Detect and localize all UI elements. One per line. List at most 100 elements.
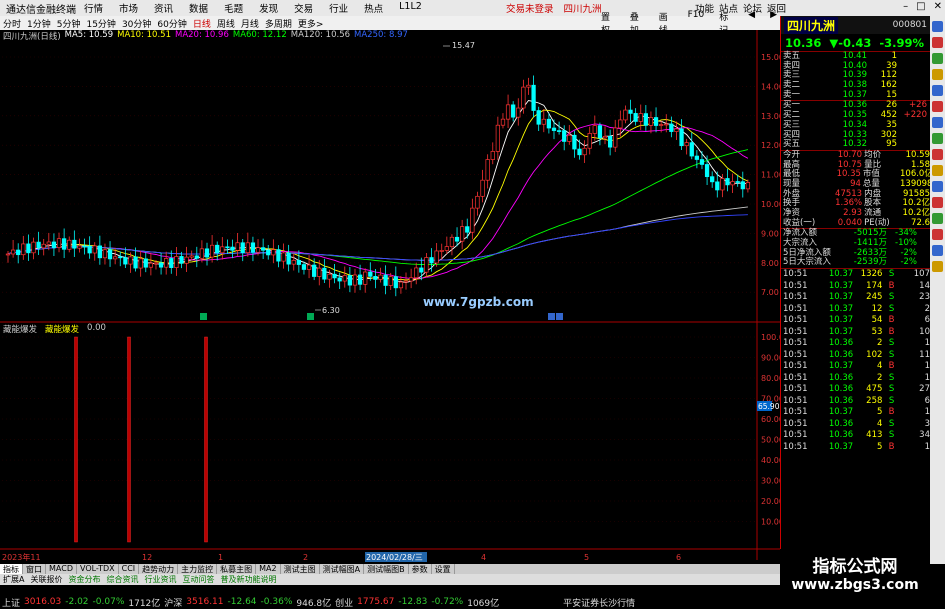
candle-body	[378, 274, 383, 280]
info-tab[interactable]: 关联报价	[27, 574, 65, 585]
tool-icon[interactable]	[932, 117, 943, 128]
indicator-tab[interactable]: 参数	[409, 564, 432, 574]
period-tab[interactable]: 15分钟	[83, 17, 118, 30]
indicator-tab[interactable]: 指标	[0, 564, 23, 574]
indicator-tab[interactable]: 测试主图	[281, 564, 320, 574]
close-icon[interactable]: ✕	[934, 1, 942, 12]
tick-row-cell: 102	[866, 349, 883, 360]
tool-icon[interactable]	[932, 245, 943, 256]
tool-icon[interactable]	[932, 85, 943, 96]
event-marker-icon	[548, 313, 555, 320]
buy-level: 买五 10.32 95	[781, 139, 930, 150]
menu-item[interactable]: 数据	[181, 1, 216, 15]
tick-row-cell: 10:51	[783, 418, 808, 429]
candle-body	[56, 238, 62, 248]
period-tab[interactable]: 1分钟	[24, 17, 54, 30]
indicator-tab[interactable]: 设置	[432, 564, 455, 574]
tool-icon[interactable]	[932, 165, 943, 176]
tick-row-cell: 258	[866, 395, 883, 406]
candle-body	[148, 262, 154, 268]
candle-body	[730, 181, 735, 186]
info-tab[interactable]: 互动问答	[179, 574, 217, 585]
candle-body	[61, 238, 67, 250]
period-tab[interactable]: 30分钟	[119, 17, 154, 30]
menu-item[interactable]: 资讯	[146, 1, 181, 15]
period-tab[interactable]: 60分钟	[154, 17, 189, 30]
minimize-icon[interactable]: –	[903, 1, 908, 12]
period-tab[interactable]: 多周期	[262, 17, 295, 30]
menu-item[interactable]: 毛题	[216, 1, 251, 15]
indicator-tab[interactable]: CCI	[119, 564, 140, 574]
candle-body	[602, 135, 608, 139]
info-tab[interactable]: 行业资讯	[141, 574, 179, 585]
candle-body	[235, 242, 240, 251]
indicator-spike	[127, 336, 131, 543]
next-icon[interactable]: ▶	[767, 10, 780, 36]
menu-item[interactable]: 热点	[356, 1, 391, 15]
quote-stats: 今开 10.70 均价 10.59 最高 10.75 量比 1.58 最低 10.35 市值 106.…	[781, 150, 933, 230]
date-label: 5	[584, 553, 589, 562]
menu-item[interactable]: 发现	[251, 1, 286, 15]
price-change: ▼-0.43	[829, 35, 872, 50]
tool-icon[interactable]	[932, 133, 943, 144]
period-tab[interactable]: 5分钟	[54, 17, 84, 30]
indicator-tab[interactable]: MA2	[256, 564, 281, 574]
menu-item[interactable]: 行情	[76, 1, 111, 15]
tool-icon[interactable]	[932, 149, 943, 160]
candle-body	[286, 252, 291, 265]
candle-body	[97, 245, 102, 259]
tool-icon[interactable]	[932, 261, 943, 272]
maximize-icon[interactable]: □	[916, 1, 925, 12]
period-tab[interactable]: 周线	[214, 17, 238, 30]
main-menu: 行情 市场 资讯 数据 毛题 发现 交易 行业 热点 L1L2	[76, 1, 430, 15]
tick-row-cell: 34	[919, 430, 930, 441]
indicator-name[interactable]: 藏能爆发	[3, 323, 37, 335]
indicator-spike	[204, 336, 208, 543]
menu-item[interactable]: 交易	[286, 1, 321, 15]
info-tab[interactable]: 资金分布	[65, 574, 103, 585]
indicator-tab[interactable]: 窗口	[23, 564, 46, 574]
period-tab[interactable]: 分时	[0, 17, 24, 30]
candle-body	[684, 142, 689, 147]
info-tab[interactable]: 扩展A	[0, 574, 27, 585]
candle-body	[710, 176, 715, 183]
candle-body	[230, 246, 235, 251]
tool-icon[interactable]	[932, 197, 943, 208]
period-tab-active[interactable]: 日线	[190, 17, 214, 30]
period-tab[interactable]: 月线	[238, 17, 262, 30]
indicator-tab[interactable]: 测试幅图A	[320, 564, 365, 574]
info-tab[interactable]: 普及新功能说明	[217, 574, 279, 585]
period-tab[interactable]: 更多>	[295, 17, 327, 30]
candle-body	[429, 257, 434, 264]
indicator-tab[interactable]: MACD	[46, 564, 77, 574]
date-label: 2	[303, 553, 308, 562]
tick-list: 10:51 10.37 1326 S 107 10:51 10.37 174 B 14 10:51 1…	[781, 269, 930, 453]
indicator-tab[interactable]: 趋势动力	[139, 564, 179, 574]
tool-icon[interactable]	[932, 229, 943, 240]
indicator-tab[interactable]: VOL-TDX	[77, 564, 119, 574]
menu-item[interactable]: 市场	[111, 1, 146, 15]
tool-icon[interactable]	[932, 69, 943, 80]
tool-icon[interactable]	[932, 37, 943, 48]
indicator-tab[interactable]: 测试幅图B	[364, 564, 409, 574]
menu-item[interactable]: L1L2	[391, 1, 430, 15]
tool-icon[interactable]	[932, 101, 943, 112]
quote-stock-name: 四川九洲	[784, 16, 839, 34]
indicator-tab[interactable]: 主力监控	[178, 564, 218, 574]
info-tab[interactable]: 综合资讯	[103, 574, 141, 585]
indicator-spike	[74, 336, 78, 543]
candle-body	[128, 256, 133, 265]
candle-body	[199, 248, 205, 259]
tick-row-cell: 10.36	[828, 349, 854, 360]
tool-icon[interactable]	[932, 213, 943, 224]
indicator-tab[interactable]: 私募主图	[217, 564, 257, 574]
tool-icon[interactable]	[932, 21, 943, 32]
candle-body	[403, 280, 409, 283]
tool-icon[interactable]	[932, 53, 943, 64]
tool-icon[interactable]	[932, 181, 943, 192]
tick-row-cell: 10:51	[783, 361, 808, 372]
price-pct: -3.99%	[879, 35, 925, 50]
login-status[interactable]: 交易未登录	[506, 1, 554, 15]
candle-body	[31, 241, 36, 254]
menu-item[interactable]: 行业	[321, 1, 356, 15]
